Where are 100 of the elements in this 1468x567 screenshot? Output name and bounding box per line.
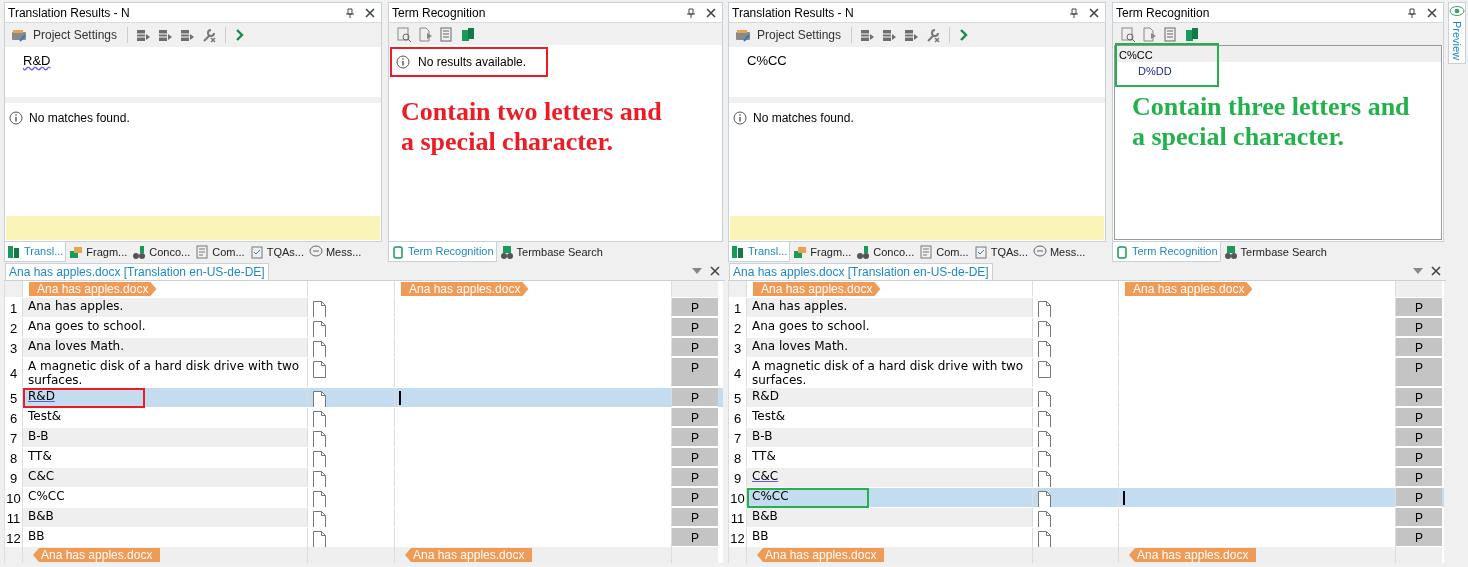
panel-tab[interactable]: Transl... [4, 242, 67, 262]
termbase-icon[interactable] [460, 26, 475, 42]
next-icon[interactable] [958, 28, 969, 42]
database-icon [731, 244, 745, 259]
status-cell: P [672, 318, 718, 337]
file-tag: Ana has apples.docx [757, 548, 885, 562]
status-cell: P [672, 358, 718, 387]
status-cell: P [672, 388, 718, 407]
status-cell: P [1396, 408, 1442, 427]
pin-icon[interactable] [344, 6, 356, 19]
binoculars-icon [132, 245, 147, 259]
panel-tab[interactable]: Term Recognition [1112, 242, 1221, 262]
source-text: C&C [28, 469, 55, 483]
source-text: Ana goes to school. [28, 319, 146, 333]
status-cell: P [1396, 318, 1442, 337]
panel-tab[interactable]: Com... [917, 242, 971, 262]
selected-segment-row[interactable]: 10 C%CC P [729, 487, 1444, 507]
panel-tab[interactable]: Fragm... [67, 242, 130, 262]
file-tag: Ana has apples.docx [33, 548, 161, 562]
source-text: TT& [752, 449, 776, 463]
panel-tab[interactable]: Transl... [728, 242, 791, 262]
pin-icon[interactable] [1406, 6, 1418, 19]
grid-cell [672, 281, 718, 297]
panel-title: Translation Results - N [8, 4, 131, 22]
source-text: R&D [23, 53, 51, 68]
find-icon[interactable] [397, 26, 412, 42]
panel-tab[interactable]: TQAs... [247, 242, 306, 262]
close-icon[interactable] [705, 6, 717, 19]
status-message: No matches found. [29, 110, 130, 127]
document-tab[interactable]: Ana has apples.docx [Translation en-US-de-DE] [729, 263, 993, 280]
segment-number: 11 [729, 508, 747, 527]
eye-icon [1449, 3, 1465, 19]
status-cell: P [672, 428, 718, 447]
preview-tab[interactable]: Preview [1448, 2, 1466, 65]
database-up-icon[interactable] [860, 27, 876, 43]
source-text: Ana has apples. [752, 299, 848, 313]
panel-title: Translation Results - N [732, 4, 855, 22]
list-icon[interactable] [1163, 26, 1178, 42]
binoculars-icon [499, 245, 514, 259]
database-icon [7, 244, 21, 259]
checklist-icon [973, 245, 988, 259]
source-text: TT& [28, 449, 52, 463]
panel-tab[interactable]: Mess... [306, 242, 364, 262]
wrench-icon[interactable] [926, 27, 942, 43]
find-icon[interactable] [1121, 26, 1136, 42]
close-icon[interactable] [1426, 6, 1438, 19]
close-icon[interactable] [709, 265, 721, 277]
document-icon [1037, 341, 1052, 358]
pin-icon[interactable] [1068, 6, 1080, 19]
document-icon [312, 341, 327, 358]
document-icon [1037, 531, 1052, 548]
speech-bubble-icon [308, 245, 323, 259]
close-icon[interactable] [1430, 265, 1442, 277]
document-tab[interactable]: Ana has apples.docx [Translation en-US-de-DE] [5, 263, 269, 280]
segment-number: 10 [729, 488, 747, 507]
panel-tab[interactable]: Termbase Search [497, 242, 605, 262]
panel-title: Term Recognition [392, 4, 487, 22]
database-arrow-icon[interactable] [904, 27, 920, 43]
next-icon[interactable] [234, 28, 245, 42]
document-icon [1037, 411, 1052, 428]
segment-number: 11 [5, 508, 23, 527]
source-text: B-B [28, 429, 49, 443]
panel-tab[interactable]: Conco... [130, 242, 193, 262]
document-icon [1037, 491, 1052, 508]
list-icon[interactable] [439, 26, 454, 42]
database-down-icon[interactable] [882, 27, 898, 43]
file-tag: Ana has apples.docx [1129, 548, 1257, 562]
settings-icon [735, 28, 751, 42]
panel-tab[interactable]: TQAs... [971, 242, 1030, 262]
segment-number: 12 [729, 528, 747, 547]
selected-segment-row[interactable]: 5 R&D P [5, 387, 723, 407]
checklist-icon [249, 245, 264, 259]
panel-tab[interactable]: Mess... [1030, 242, 1088, 262]
panel-tab[interactable]: Term Recognition [388, 242, 497, 262]
termbase-icon[interactable] [1184, 26, 1199, 42]
close-icon[interactable] [1088, 6, 1100, 19]
term-source: C%CC [1115, 46, 1441, 62]
info-icon [733, 111, 747, 125]
panel-tab[interactable]: Conco... [854, 242, 917, 262]
source-text: C%CC [752, 489, 789, 503]
wrench-icon[interactable] [202, 27, 218, 43]
database-arrow-icon[interactable] [180, 27, 196, 43]
panel-tab[interactable]: Com... [193, 242, 247, 262]
status-cell: P [1396, 358, 1442, 387]
panel-tab[interactable]: Termbase Search [1221, 242, 1329, 262]
panel-tab[interactable]: Fragm... [791, 242, 854, 262]
cylinder-icon [391, 244, 405, 259]
source-text: Ana has apples. [28, 299, 124, 313]
source-text: B&B [752, 509, 778, 523]
file-tag: Ana has apples.docx [401, 282, 529, 296]
source-text: C&C [752, 469, 779, 483]
export-icon[interactable] [1142, 26, 1157, 42]
database-up-icon[interactable] [136, 27, 152, 43]
pin-icon[interactable] [685, 6, 697, 19]
source-text: Test& [752, 409, 785, 423]
close-icon[interactable] [364, 6, 376, 19]
source-text: A magnetic disk of a hard disk drive with two surfaces. [28, 359, 300, 387]
text-cursor [1123, 490, 1125, 505]
database-down-icon[interactable] [158, 27, 174, 43]
export-icon[interactable] [418, 26, 433, 42]
